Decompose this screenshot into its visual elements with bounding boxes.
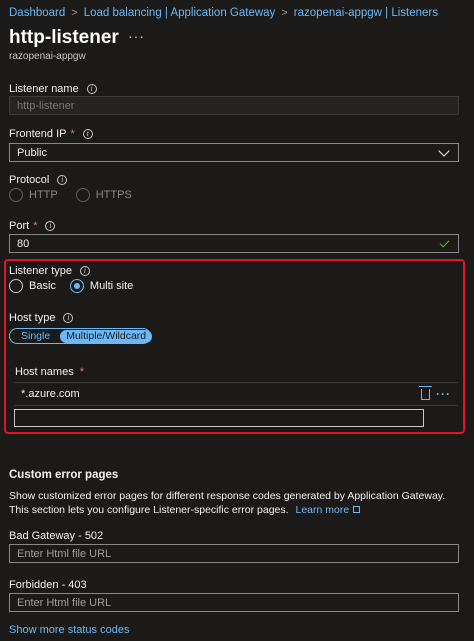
learn-more-text: Learn more [295, 504, 350, 516]
forbidden-placeholder: Enter Html file URL [17, 596, 112, 609]
listener-type-basic-label: Basic [29, 280, 56, 292]
breadcrumb: Dashboard > Load balancing | Application… [9, 5, 438, 21]
listener-type-radio-group: Basic Multi site [9, 279, 133, 293]
listener-type-label-text: Listener type [9, 265, 72, 277]
new-host-name-input[interactable] [14, 409, 424, 427]
listener-name-field: http-listener [9, 96, 459, 115]
bad-gateway-label: Bad Gateway - 502 [9, 530, 103, 542]
more-icon[interactable]: ··· [128, 28, 145, 44]
forbidden-label-text: Forbidden - 403 [9, 579, 87, 591]
more-icon[interactable]: ··· [436, 387, 451, 401]
port-label: Port * i [9, 220, 56, 232]
protocol-label: Protocol i [9, 174, 68, 186]
bad-gateway-input[interactable]: Enter Html file URL [9, 544, 459, 563]
port-label-text: Port [9, 220, 30, 232]
breadcrumb-dashboard[interactable]: Dashboard [9, 7, 65, 19]
protocol-https-label: HTTPS [95, 189, 132, 201]
listener-name-label: Listener name i [9, 83, 97, 95]
trash-icon[interactable] [419, 385, 432, 400]
breadcrumb-listeners[interactable]: razopenai-appgw | Listeners [294, 7, 438, 19]
host-type-label-text: Host type [9, 312, 56, 324]
breadcrumb-separator: > [281, 7, 288, 19]
protocol-radio-group: HTTP HTTPS [9, 188, 132, 202]
listener-type-multisite-radio[interactable] [69, 279, 84, 293]
show-more-status-codes-link[interactable]: Show more status codes [9, 624, 129, 636]
custom-error-pages-description: Show customized error pages for differen… [9, 489, 464, 517]
frontend-ip-label: Frontend IP * i [9, 128, 93, 140]
listener-type-basic-radio[interactable] [9, 279, 23, 293]
listener-name-value: http-listener [17, 99, 75, 112]
host-type-toggle: Single Multiple/Wildcard [9, 328, 153, 344]
forbidden-input[interactable]: Enter Html file URL [9, 593, 459, 612]
external-link-icon [353, 506, 361, 513]
protocol-http-label: HTTP [29, 189, 58, 201]
protocol-http-radio[interactable] [9, 188, 23, 202]
learn-more-link[interactable]: Learn more [295, 504, 361, 516]
info-icon[interactable]: i [57, 175, 68, 185]
host-name-row: *.azure.com ··· [14, 382, 458, 406]
frontend-ip-value: Public [17, 146, 47, 159]
frontend-ip-label-text: Frontend IP [9, 128, 67, 140]
bad-gateway-placeholder: Enter Html file URL [17, 547, 112, 560]
checkmark-icon [439, 237, 450, 247]
frontend-ip-select[interactable]: Public [9, 143, 459, 162]
page-subtitle: razopenai-appgw [9, 51, 86, 62]
info-icon[interactable]: i [79, 266, 90, 276]
custom-error-pages-title: Custom error pages [9, 469, 119, 481]
listener-type-multisite-label: Multi site [89, 280, 134, 292]
required-marker: * [70, 128, 75, 140]
listener-name-label-text: Listener name [9, 83, 79, 95]
required-marker: * [33, 220, 38, 232]
info-icon[interactable]: i [45, 221, 56, 231]
info-icon[interactable]: i [86, 84, 97, 94]
host-type-single-option[interactable]: Single [11, 330, 60, 343]
breadcrumb-separator: > [71, 7, 78, 19]
host-type-multiple-option[interactable]: Multiple/Wildcard [60, 329, 153, 343]
host-names-label-text: Host names [15, 366, 74, 378]
port-input[interactable]: 80 [9, 234, 459, 253]
chevron-down-icon [438, 144, 450, 157]
host-name-value: *.azure.com [21, 388, 80, 400]
page-title: http-listener [9, 27, 119, 48]
info-icon[interactable]: i [82, 129, 93, 139]
description-text: Show customized error pages for differen… [9, 490, 446, 516]
port-value: 80 [17, 237, 30, 250]
protocol-label-text: Protocol [9, 174, 50, 186]
info-icon[interactable]: i [63, 313, 74, 323]
forbidden-label: Forbidden - 403 [9, 579, 87, 591]
breadcrumb-load-balancing[interactable]: Load balancing | Application Gateway [84, 7, 276, 19]
host-type-label: Host type i [9, 312, 74, 324]
protocol-https-radio[interactable] [75, 188, 90, 202]
bad-gateway-label-text: Bad Gateway - 502 [9, 530, 104, 542]
listener-type-label: Listener type i [9, 265, 90, 277]
required-marker: * [79, 366, 84, 378]
host-names-label: Host names * [15, 366, 84, 378]
